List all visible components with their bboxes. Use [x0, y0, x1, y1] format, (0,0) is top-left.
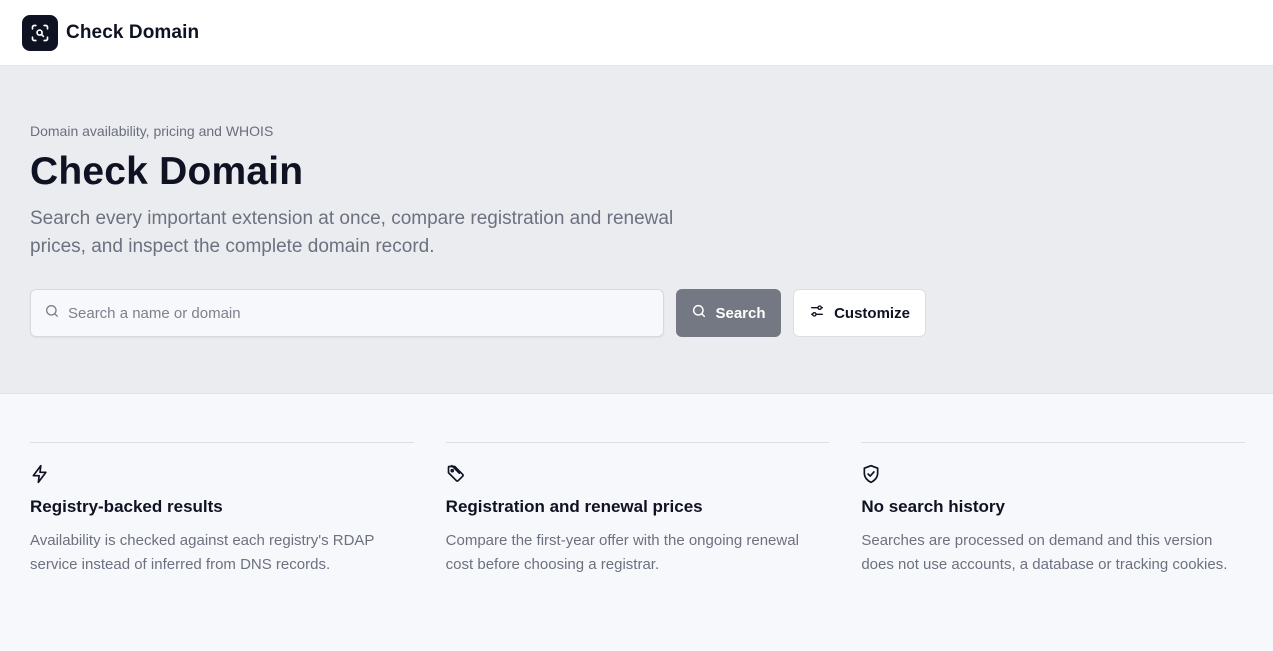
- feature-no-history: No search history Searches are processed…: [861, 442, 1246, 577]
- search-button[interactable]: Search: [676, 289, 781, 337]
- sliders-icon: [809, 303, 825, 323]
- shield-check-icon: [861, 463, 1245, 485]
- feature-title: Registry-backed results: [30, 497, 223, 516]
- feature-title: No search history: [861, 497, 1005, 516]
- search-icon: [44, 303, 60, 324]
- search-input[interactable]: [68, 304, 648, 322]
- search-icon: [691, 303, 707, 323]
- feature-registry-results: Registry-backed results Availability is …: [30, 442, 414, 577]
- top-bar: Check Domain: [0, 0, 1273, 66]
- brand-name[interactable]: Check Domain: [66, 22, 199, 44]
- hero-section: Domain availability, pricing and WHOIS C…: [0, 66, 1273, 394]
- scan-search-icon[interactable]: [22, 14, 58, 51]
- feature-prices: Registration and renewal prices Compare …: [445, 442, 830, 577]
- features-section: Registry-backed results Availability is …: [30, 442, 1246, 577]
- feature-description: Availability is checked against each reg…: [30, 532, 375, 573]
- page-title: Check Domain: [30, 150, 304, 193]
- search-field[interactable]: [30, 289, 664, 337]
- customize-button-label: Customize: [834, 304, 910, 322]
- hero-subtitle: Search every important extension at once…: [30, 208, 674, 257]
- hero-eyebrow: Domain availability, pricing and WHOIS: [30, 123, 274, 139]
- search-button-label: Search: [715, 304, 766, 322]
- tag-icon: [446, 463, 830, 485]
- lightning-icon: [30, 463, 414, 485]
- feature-title: Registration and renewal prices: [445, 497, 703, 516]
- feature-description: Compare the first-year offer with the on…: [445, 532, 799, 573]
- feature-description: Searches are processed on demand and thi…: [861, 532, 1228, 573]
- customize-button[interactable]: Customize: [793, 289, 926, 337]
